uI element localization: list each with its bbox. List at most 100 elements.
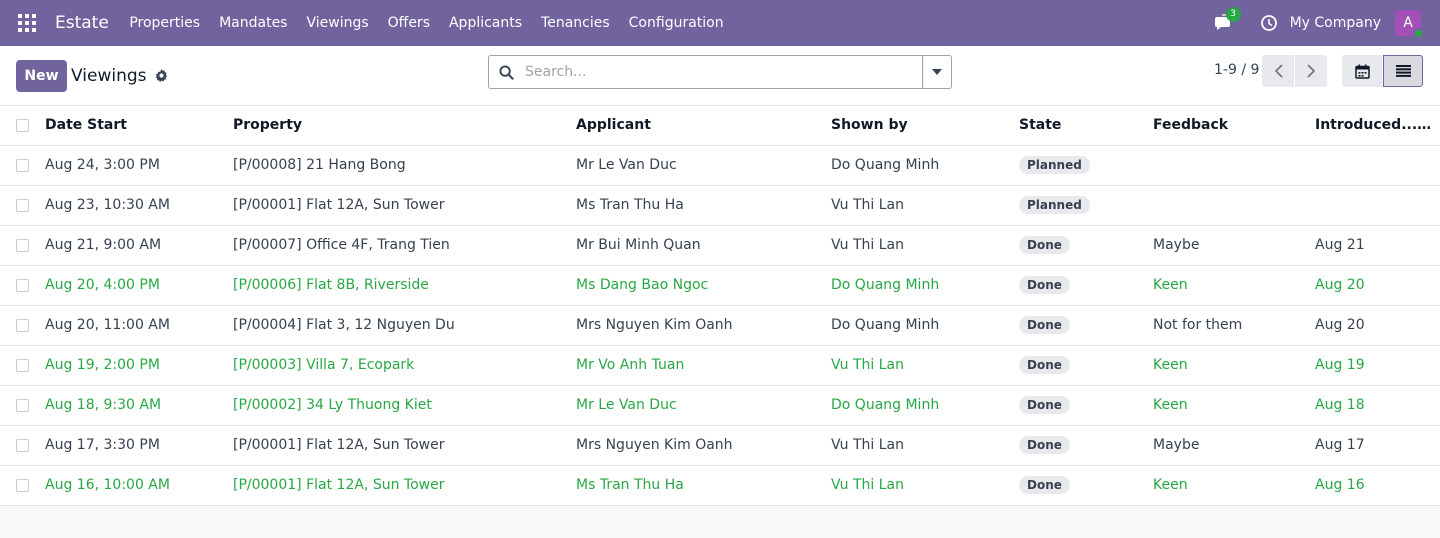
menu-offers[interactable]: Offers xyxy=(378,15,439,31)
cell-property[interactable]: [P/00008] 21 Hang Bong xyxy=(233,145,576,185)
company-switcher[interactable]: My Company xyxy=(1290,15,1381,31)
select-all-checkbox[interactable] xyxy=(16,118,29,132)
header-applicant[interactable]: Applicant xyxy=(576,106,831,145)
header-shown-by[interactable]: Shown by xyxy=(831,106,1019,145)
cell-shown-by[interactable]: Vu Thi Lan xyxy=(831,425,1019,465)
cell-property[interactable]: [P/00002] 34 Ly Thuong Kiet xyxy=(233,385,576,425)
table-row[interactable]: Aug 24, 3:00 PM [P/00008] 21 Hang Bong Mr … xyxy=(0,145,1440,185)
column-options-icon[interactable] xyxy=(1435,118,1440,132)
cell-property[interactable]: [P/00001] Flat 12A, Sun Tower xyxy=(233,185,576,225)
cell-shown-by[interactable]: Vu Thi Lan xyxy=(831,465,1019,505)
header-property[interactable]: Property xyxy=(233,106,576,145)
table-row[interactable]: Aug 20, 4:00 PM [P/00006] Flat 8B, Rivers… xyxy=(0,265,1440,305)
gear-icon[interactable] xyxy=(154,69,168,82)
cell-introduced[interactable]: Aug 16 xyxy=(1315,465,1440,505)
header-state[interactable]: State xyxy=(1019,106,1153,145)
user-avatar[interactable]: A xyxy=(1395,10,1424,39)
cell-introduced[interactable]: Aug 19 xyxy=(1315,345,1440,385)
cell-date-start[interactable]: Aug 16, 10:00 AM xyxy=(45,465,233,505)
cell-shown-by[interactable]: Vu Thi Lan xyxy=(831,185,1019,225)
cell-date-start[interactable]: Aug 23, 10:30 AM xyxy=(45,185,233,225)
cell-applicant[interactable]: Ms Tran Thu Ha xyxy=(576,185,831,225)
cell-applicant[interactable]: Mr Vo Anh Tuan xyxy=(576,345,831,385)
cell-feedback[interactable]: Keen xyxy=(1153,265,1315,305)
menu-applicants[interactable]: Applicants xyxy=(439,15,531,31)
cell-shown-by[interactable]: Do Quang Minh xyxy=(831,385,1019,425)
cell-applicant[interactable]: Ms Tran Thu Ha xyxy=(576,465,831,505)
header-introduced[interactable]: Introduced... xyxy=(1315,117,1431,133)
cell-property[interactable]: [P/00006] Flat 8B, Riverside xyxy=(233,265,576,305)
cell-applicant[interactable]: Mrs Nguyen Kim Oanh xyxy=(576,425,831,465)
header-feedback[interactable]: Feedback xyxy=(1153,106,1315,145)
cell-feedback[interactable]: Maybe xyxy=(1153,225,1315,265)
cell-applicant[interactable]: Mrs Nguyen Kim Oanh xyxy=(576,305,831,345)
cell-introduced[interactable]: Aug 21 xyxy=(1315,225,1440,265)
cell-shown-by[interactable]: Do Quang Minh xyxy=(831,305,1019,345)
cell-applicant[interactable]: Mr Le Van Duc xyxy=(576,145,831,185)
pager-value[interactable]: 1-9 / 9 xyxy=(1214,62,1259,78)
cell-applicant[interactable]: Mr Bui Minh Quan xyxy=(576,225,831,265)
row-checkbox[interactable] xyxy=(16,318,29,332)
row-checkbox[interactable] xyxy=(16,238,29,252)
cell-feedback[interactable]: Keen xyxy=(1153,465,1315,505)
new-button[interactable]: New xyxy=(16,59,67,92)
row-checkbox[interactable] xyxy=(16,358,29,372)
menu-mandates[interactable]: Mandates xyxy=(210,15,297,31)
cell-property[interactable]: [P/00003] Villa 7, Ecopark xyxy=(233,345,576,385)
row-checkbox[interactable] xyxy=(16,398,29,412)
cell-date-start[interactable]: Aug 20, 11:00 AM xyxy=(45,305,233,345)
cell-feedback[interactable] xyxy=(1153,145,1315,185)
row-checkbox[interactable] xyxy=(16,198,29,212)
cell-introduced[interactable]: Aug 20 xyxy=(1315,265,1440,305)
cell-applicant[interactable]: Mr Le Van Duc xyxy=(576,385,831,425)
search-options-toggle[interactable] xyxy=(922,56,951,88)
cell-property[interactable]: [P/00007] Office 4F, Trang Tien xyxy=(233,225,576,265)
cell-date-start[interactable]: Aug 21, 9:00 AM xyxy=(45,225,233,265)
menu-configuration[interactable]: Configuration xyxy=(619,15,733,31)
table-row[interactable]: Aug 21, 9:00 AM [P/00007] Office 4F, Tran… xyxy=(0,225,1440,265)
cell-feedback[interactable]: Not for them xyxy=(1153,305,1315,345)
cell-introduced[interactable] xyxy=(1315,185,1440,225)
cell-feedback[interactable]: Keen xyxy=(1153,385,1315,425)
calendar-view-button[interactable] xyxy=(1342,55,1382,87)
cell-introduced[interactable]: Aug 18 xyxy=(1315,385,1440,425)
cell-property[interactable]: [P/00001] Flat 12A, Sun Tower xyxy=(233,425,576,465)
cell-introduced[interactable]: Aug 17 xyxy=(1315,425,1440,465)
menu-properties[interactable]: Properties xyxy=(120,15,210,31)
row-checkbox[interactable] xyxy=(16,278,29,292)
cell-shown-by[interactable]: Vu Thi Lan xyxy=(831,345,1019,385)
cell-shown-by[interactable]: Vu Thi Lan xyxy=(831,225,1019,265)
cell-introduced[interactable] xyxy=(1315,145,1440,185)
table-row[interactable]: Aug 19, 2:00 PM [P/00003] Villa 7, Ecopar… xyxy=(0,345,1440,385)
header-date-start[interactable]: Date Start xyxy=(45,106,233,145)
app-brand[interactable]: Estate xyxy=(55,13,109,33)
list-view-button[interactable] xyxy=(1383,55,1423,87)
pager-previous-button[interactable] xyxy=(1262,55,1294,87)
search-input[interactable] xyxy=(525,64,922,80)
table-row[interactable]: Aug 23, 10:30 AM [P/00001] Flat 12A, Sun … xyxy=(0,185,1440,225)
table-row[interactable]: Aug 18, 9:30 AM [P/00002] 34 Ly Thuong Ki… xyxy=(0,385,1440,425)
cell-shown-by[interactable]: Do Quang Minh xyxy=(831,145,1019,185)
activities-button[interactable] xyxy=(1260,14,1278,32)
cell-feedback[interactable]: Maybe xyxy=(1153,425,1315,465)
menu-tenancies[interactable]: Tenancies xyxy=(532,15,620,31)
table-row[interactable]: Aug 17, 3:30 PM [P/00001] Flat 12A, Sun T… xyxy=(0,425,1440,465)
cell-date-start[interactable]: Aug 17, 3:30 PM xyxy=(45,425,233,465)
table-row[interactable]: Aug 16, 10:00 AM [P/00001] Flat 12A, Sun … xyxy=(0,465,1440,505)
menu-viewings[interactable]: Viewings xyxy=(297,15,378,31)
cell-date-start[interactable]: Aug 19, 2:00 PM xyxy=(45,345,233,385)
cell-property[interactable]: [P/00001] Flat 12A, Sun Tower xyxy=(233,465,576,505)
cell-introduced[interactable]: Aug 20 xyxy=(1315,305,1440,345)
cell-feedback[interactable] xyxy=(1153,185,1315,225)
pager-next-button[interactable] xyxy=(1295,55,1327,87)
cell-date-start[interactable]: Aug 24, 3:00 PM xyxy=(45,145,233,185)
cell-feedback[interactable]: Keen xyxy=(1153,345,1315,385)
cell-date-start[interactable]: Aug 20, 4:00 PM xyxy=(45,265,233,305)
table-row[interactable]: Aug 20, 11:00 AM [P/00004] Flat 3, 12 Ngu… xyxy=(0,305,1440,345)
row-checkbox[interactable] xyxy=(16,158,29,172)
cell-shown-by[interactable]: Do Quang Minh xyxy=(831,265,1019,305)
cell-date-start[interactable]: Aug 18, 9:30 AM xyxy=(45,385,233,425)
apps-grid-icon[interactable] xyxy=(18,14,36,32)
messages-button[interactable]: 3 xyxy=(1214,7,1241,32)
row-checkbox[interactable] xyxy=(16,478,29,492)
